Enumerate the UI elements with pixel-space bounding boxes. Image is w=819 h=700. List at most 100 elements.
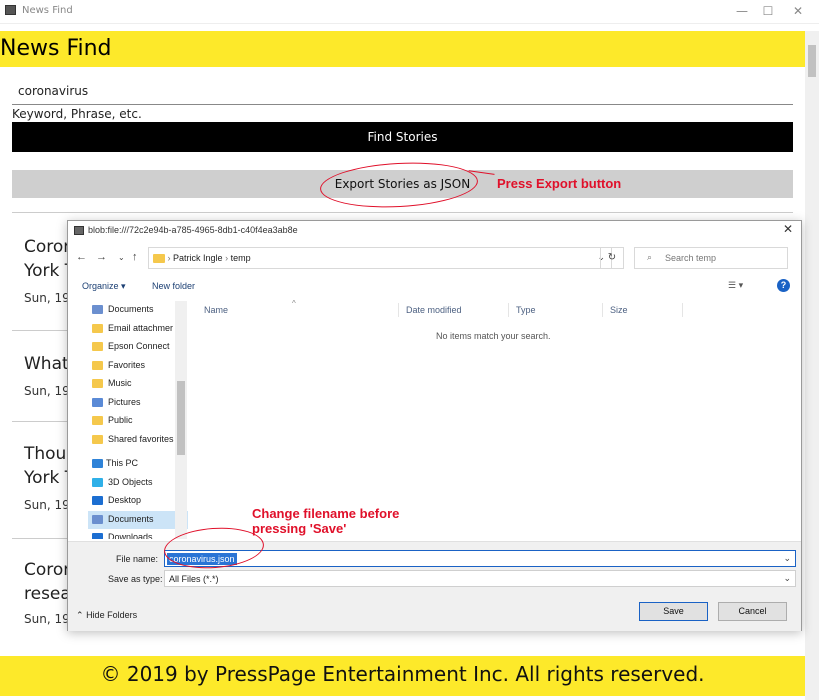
download-icon (92, 533, 103, 539)
nav-item-label: This PC (106, 458, 139, 468)
empty-results-message: No items match your search. (436, 331, 551, 341)
navigation-pane-scrollbar-thumb[interactable] (177, 381, 185, 455)
search-temp-field[interactable]: ⌕ Search temp (634, 247, 788, 269)
search-placeholder: Search temp (665, 253, 717, 263)
nav-item[interactable]: Documents (88, 301, 188, 319)
nav-item[interactable]: This PC (88, 455, 188, 473)
app-header: News Find (0, 31, 805, 67)
story-item[interactable]: What Sun, 19 (24, 352, 70, 398)
document-icon (92, 514, 103, 524)
export-annotation-text: Press Export button (497, 176, 622, 191)
search-underline (12, 104, 793, 105)
find-stories-button[interactable]: Find Stories (12, 122, 793, 152)
breadcrumb-temp[interactable]: temp (231, 253, 251, 263)
back-arrow-icon[interactable]: ← (76, 251, 87, 263)
forward-arrow-icon[interactable]: → (96, 251, 107, 263)
column-separator (602, 303, 603, 317)
sort-indicator-icon: ^ (292, 299, 296, 308)
organize-menu[interactable]: Organize ▾ (82, 281, 126, 292)
story-title: What (24, 354, 69, 374)
page-scrollbar[interactable] (805, 31, 819, 700)
story-separator (12, 212, 793, 213)
column-separator (508, 303, 509, 317)
folder-icon (92, 379, 103, 388)
nav-item-label: Public (108, 415, 133, 425)
save-dialog: blob:file:///72c2e94b-a785-4965-8db1-c40… (67, 220, 802, 631)
nav-item[interactable]: Epson Connect (88, 338, 188, 356)
nav-item-label: Favorites (108, 359, 146, 370)
dialog-close-icon[interactable]: ✕ (783, 222, 793, 236)
save-as-type-dropdown-icon[interactable]: ⌄ (783, 573, 791, 584)
navigation-pane-scrollbar[interactable] (175, 301, 187, 539)
nav-item[interactable]: Shared favorites (88, 431, 188, 449)
address-bar[interactable]: › Patrick Ingle › temp ⌄ (148, 247, 612, 269)
navigation-pane[interactable]: Documents Email attachmer Epson Connect Fav… (88, 301, 188, 539)
save-as-type-select[interactable]: All Files (*.*) ⌄ (164, 570, 796, 587)
new-folder-button[interactable]: New folder (152, 281, 195, 291)
story-date: Sun, 19 (24, 384, 70, 398)
nav-item[interactable]: Documents (88, 510, 188, 529)
close-icon[interactable]: ✕ (786, 2, 810, 20)
nav-item-label: Music (108, 378, 132, 388)
search-input[interactable]: coronavirus (18, 84, 88, 98)
nav-item-label: 3D Objects (108, 476, 153, 487)
nav-item-label: Shared favorites (108, 433, 174, 444)
save-as-type-label: Save as type: (108, 574, 163, 584)
folder-icon (92, 416, 103, 425)
save-as-type-value: All Files (*.*) (169, 574, 219, 584)
recent-locations-icon[interactable]: ⌄ (118, 253, 125, 262)
file-name-label: File name: (116, 554, 159, 564)
nav-item[interactable]: Email attachmer (88, 320, 188, 338)
folder-icon (92, 360, 103, 370)
dialog-app-icon (74, 226, 84, 235)
nav-item[interactable]: Music (88, 375, 188, 393)
export-annotation-ellipse (318, 158, 480, 212)
footer-text: © 2019 by PressPage Entertainment Inc. A… (100, 662, 705, 686)
cancel-button[interactable]: Cancel (718, 602, 787, 621)
search-hint: Keyword, Phrase, etc. (12, 107, 142, 121)
folder-icon (92, 342, 103, 351)
maximize-icon[interactable]: ☐ (756, 2, 780, 20)
app-header-title: News Find (0, 36, 112, 61)
view-options-icon[interactable]: ☰ ▾ (728, 280, 743, 291)
page-footer: © 2019 by PressPage Entertainment Inc. A… (0, 656, 805, 696)
refresh-icon[interactable]: ↻ (600, 247, 624, 269)
nav-item-label: Downloads (108, 532, 153, 539)
nav-item-label: Documents (108, 513, 154, 524)
hide-folders-button[interactable]: ⌃ Hide Folders (76, 610, 137, 621)
help-icon[interactable]: ? (777, 279, 790, 292)
app-icon (5, 5, 16, 15)
column-name[interactable]: Name (204, 305, 228, 315)
folder-icon (92, 434, 103, 444)
desktop-icon (92, 496, 103, 505)
up-arrow-icon[interactable]: ↑ (132, 251, 138, 263)
nav-item[interactable]: Desktop (88, 492, 188, 510)
nav-item-label: Email attachmer (108, 322, 174, 333)
window-title: News Find (22, 5, 73, 16)
nav-item[interactable]: Pictures (88, 394, 188, 412)
nav-item[interactable]: 3D Objects (88, 474, 188, 492)
nav-item-label: Pictures (108, 396, 141, 407)
nav-item[interactable]: Favorites (88, 357, 188, 375)
dialog-title: blob:file:///72c2e94b-a785-4965-8db1-c40… (88, 225, 298, 235)
window-titlebar: News Find — ☐ ✕ (0, 0, 819, 24)
page-scrollbar-thumb[interactable] (808, 45, 816, 77)
column-size[interactable]: Size (610, 305, 628, 315)
save-button[interactable]: Save (639, 602, 708, 621)
navigation-bar: ← → ⌄ ↑ › Patrick Ingle › temp ⌄ ↻ ⌕ Sea… (68, 247, 801, 271)
3d-objects-icon (92, 477, 103, 487)
column-type[interactable]: Type (516, 305, 536, 315)
pictures-icon (92, 397, 103, 407)
folder-icon (153, 254, 165, 264)
filename-annotation-line1: Change filename before (252, 506, 400, 521)
column-date-modified[interactable]: Date modified (406, 305, 462, 315)
document-icon (92, 305, 103, 314)
column-separator (682, 303, 683, 317)
search-icon: ⌕ (647, 252, 653, 262)
hide-folders-label: Hide Folders (86, 610, 138, 620)
breadcrumb-patrick-ingle[interactable]: Patrick Ingle (173, 253, 223, 263)
chevron-up-icon: ⌃ (76, 610, 84, 620)
minimize-icon[interactable]: — (730, 2, 754, 20)
file-name-dropdown-icon[interactable]: ⌄ (783, 553, 791, 564)
nav-item[interactable]: Public (88, 412, 188, 430)
